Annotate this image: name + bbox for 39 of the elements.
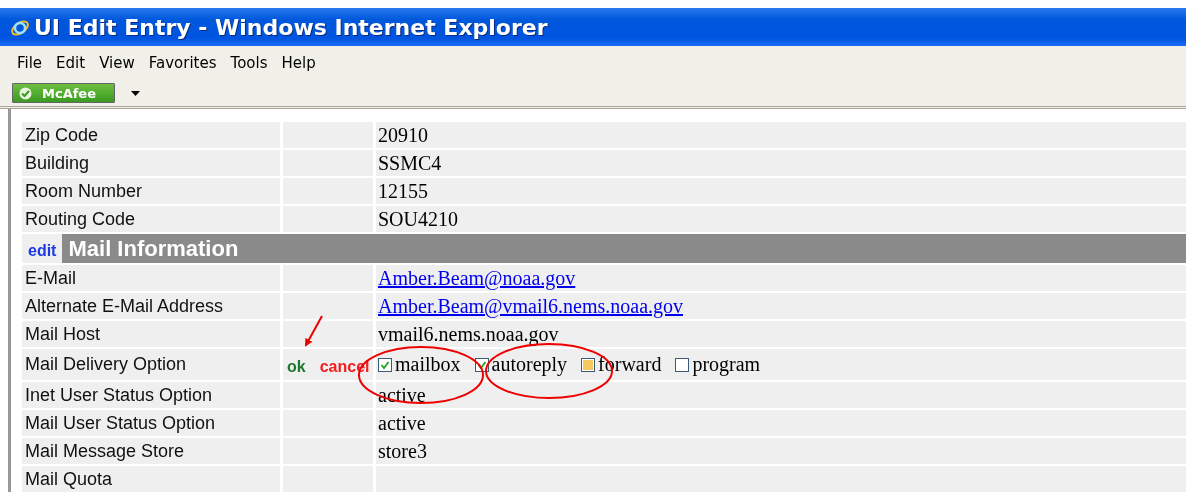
- menu-item[interactable]: File: [10, 54, 50, 72]
- dropdown-caret-icon[interactable]: [131, 90, 140, 96]
- email-link[interactable]: Amber.Beam@vmail6.nems.noaa.gov: [378, 294, 684, 318]
- field-label: Building: [22, 150, 280, 176]
- field-label: Routing Code: [22, 206, 280, 232]
- field-value: 12155: [378, 179, 428, 203]
- menu-item[interactable]: Help: [274, 54, 323, 72]
- window-title: UI Edit Entry - Windows Internet Explorer: [34, 14, 548, 40]
- field-value: 20910: [378, 123, 428, 147]
- annotation-arrow: [305, 315, 323, 347]
- email-link[interactable]: Amber.Beam@noaa.gov: [378, 266, 576, 290]
- checkbox-label: mailbox: [395, 353, 461, 376]
- ok-link[interactable]: ok: [283, 357, 306, 376]
- checkbox-label: program: [692, 353, 761, 376]
- section-header: Mail Information: [62, 234, 1186, 263]
- edit-link[interactable]: edit: [22, 237, 63, 260]
- checkbox[interactable]: [675, 357, 690, 372]
- field-label: Alternate E-Mail Address: [22, 293, 280, 319]
- field-value: vmail6.nems.noaa.gov: [378, 322, 559, 346]
- menu-item[interactable]: Tools: [223, 54, 275, 72]
- field-label: E-Mail: [22, 265, 280, 291]
- field-value: SOU4210: [378, 207, 458, 231]
- checkmark-icon: [19, 86, 32, 100]
- field-value: SSMC4: [378, 151, 442, 175]
- field-label: Mail Delivery Option: [22, 349, 280, 380]
- field-label: Mail User Status Option: [22, 410, 280, 436]
- field-label: Mail Host: [22, 321, 280, 347]
- field-label: Mail Message Store: [22, 438, 280, 464]
- field-value: store3: [378, 439, 427, 463]
- menu-item[interactable]: View: [92, 54, 142, 72]
- menu-item[interactable]: Edit: [49, 54, 93, 72]
- checkbox[interactable]: [378, 357, 392, 372]
- field-label: Zip Code: [22, 122, 280, 148]
- menu-item[interactable]: Favorites: [141, 54, 224, 72]
- field-label: Mail Quota: [22, 466, 280, 492]
- field-label: Room Number: [22, 178, 280, 204]
- field-label: Inet User Status Option: [22, 382, 280, 408]
- checkbox-label: autoreply: [491, 353, 568, 376]
- field-value: active: [378, 411, 426, 435]
